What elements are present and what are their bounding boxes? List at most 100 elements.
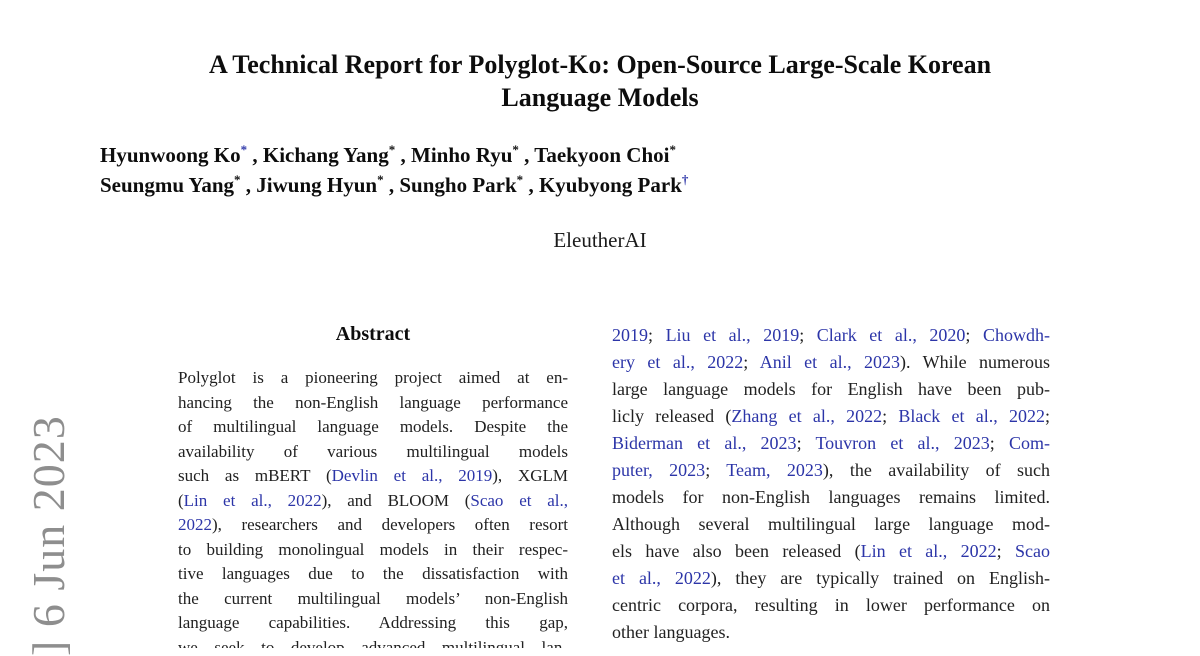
text-run: , xyxy=(241,173,257,197)
text-run: Jiwung Hyun xyxy=(256,173,377,197)
text-line: hancing the non-English language perform… xyxy=(178,391,568,416)
text-line: availability of various multilingual mod… xyxy=(178,440,568,465)
text-run: licly released ( xyxy=(612,406,731,426)
text-run: language capabilities. Addressing this g… xyxy=(178,613,568,632)
citation-link[interactable]: 2019 xyxy=(612,325,648,345)
text-line: licly released (Zhang et al., 2022; Blac… xyxy=(612,403,1050,430)
text-run: models for non-English languages remains… xyxy=(612,487,1050,507)
citation-link[interactable]: et al., 2022 xyxy=(612,568,711,588)
citation-link[interactable]: Biderman et al., 2023 xyxy=(612,433,797,453)
text-line: language capabilities. Addressing this g… xyxy=(178,611,568,636)
citation-link[interactable]: ery et al., 2022 xyxy=(612,352,743,372)
text-line: Hyunwoong Ko* , Kichang Yang* , Minho Ry… xyxy=(100,140,1100,170)
text-run: ), researchers and developers often reso… xyxy=(212,515,568,534)
text-run: , xyxy=(384,173,400,197)
paper-title-line-1: A Technical Report for Polyglot-Ko: Open… xyxy=(209,50,991,79)
citation-link[interactable]: 2022 xyxy=(178,515,212,534)
text-line: of multilingual language models. Despite… xyxy=(178,415,568,440)
text-line: the current multilingual models’ non-Eng… xyxy=(178,587,568,612)
citation-link[interactable]: Chowdh- xyxy=(983,325,1050,345)
citation-link[interactable]: Black et al., 2022 xyxy=(898,406,1045,426)
text-run: Polyglot is a pioneering project aimed a… xyxy=(178,368,568,387)
citation-link[interactable]: Anil et al., 2023 xyxy=(760,352,900,372)
text-line: Seungmu Yang* , Jiwung Hyun* , Sungho Pa… xyxy=(100,170,1100,200)
text-run: tive languages due to the dissatisfactio… xyxy=(178,564,568,583)
text-run: Taekyoon Choi xyxy=(534,143,669,167)
text-run: Although several multilingual large lang… xyxy=(612,514,1050,534)
text-line: to building monolingual models in their … xyxy=(178,538,568,563)
text-line: Biderman et al., 2023; Touvron et al., 2… xyxy=(612,430,1050,457)
author-list: Hyunwoong Ko* , Kichang Yang* , Minho Ry… xyxy=(100,140,1100,200)
text-line: tive languages due to the dissatisfactio… xyxy=(178,562,568,587)
text-run: other languages. xyxy=(612,622,730,642)
text-line: models for non-English languages remains… xyxy=(612,484,1050,511)
citation-link[interactable]: Lin et al., 2022 xyxy=(861,541,997,561)
text-run: ; xyxy=(882,406,898,426)
text-line: large language models for English have b… xyxy=(612,376,1050,403)
citation-link[interactable]: Zhang et al., 2022 xyxy=(731,406,882,426)
text-run: centric corpora, resulting in lower perf… xyxy=(612,595,1050,615)
text-run: , xyxy=(519,143,534,167)
text-run: we seek to develop advanced multilingual… xyxy=(178,638,568,649)
text-run: hancing the non-English language perform… xyxy=(178,393,568,412)
text-run: , xyxy=(523,173,539,197)
affiliation: EleutherAI xyxy=(100,228,1100,253)
paper-title-line-2: Language Models xyxy=(501,83,698,112)
citation-link[interactable]: Liu et al., 2019 xyxy=(666,325,800,345)
text-line: puter, 2023; Team, 2023), the availabili… xyxy=(612,457,1050,484)
text-run: ; xyxy=(705,460,726,480)
text-run: ; xyxy=(1045,406,1050,426)
text-line: els have also been released (Lin et al.,… xyxy=(612,538,1050,565)
text-line: Although several multilingual large lang… xyxy=(612,511,1050,538)
paper-title: A Technical Report for Polyglot-Ko: Open… xyxy=(100,48,1100,114)
text-line: we seek to develop advanced multilingual… xyxy=(178,636,568,649)
text-line: such as mBERT (Devlin et al., 2019), XGL… xyxy=(178,464,568,489)
citation-link[interactable]: Touvron et al., 2023 xyxy=(815,433,989,453)
introduction-column: 2019; Liu et al., 2019; Clark et al., 20… xyxy=(612,322,1050,648)
introduction-text: 2019; Liu et al., 2019; Clark et al., 20… xyxy=(612,322,1050,646)
text-run: ), XGLM xyxy=(492,466,568,485)
text-run: of multilingual language models. Despite… xyxy=(178,417,568,436)
text-run: ; xyxy=(648,325,666,345)
citation-link[interactable]: Team, 2023 xyxy=(726,460,823,480)
citation-link[interactable]: puter, 2023 xyxy=(612,460,705,480)
text-run: the current multilingual models’ non-Eng… xyxy=(178,589,568,608)
text-run: such as mBERT ( xyxy=(178,466,332,485)
text-line: other languages. xyxy=(612,619,1050,646)
citation-link[interactable]: Com- xyxy=(1009,433,1050,453)
text-run: availability of various multilingual mod… xyxy=(178,442,568,461)
text-line: Polyglot is a pioneering project aimed a… xyxy=(178,366,568,391)
abstract-column: Abstract Polyglot is a pioneering projec… xyxy=(178,322,568,648)
text-run: , xyxy=(247,143,263,167)
text-line: 2022), researchers and developers often … xyxy=(178,513,568,538)
text-run: Hyunwoong Ko xyxy=(100,143,241,167)
text-run: ; xyxy=(797,433,816,453)
text-run: ). While numerous xyxy=(900,352,1050,372)
citation-link[interactable]: Lin et al., 2022 xyxy=(184,491,322,510)
text-run: Minho Ryu xyxy=(411,143,512,167)
footnote-marker-link[interactable]: † xyxy=(682,172,689,187)
text-run: ), and BLOOM ( xyxy=(322,491,471,510)
citation-link[interactable]: Scao et al., xyxy=(470,491,568,510)
text-run: ; xyxy=(965,325,983,345)
text-run: Kichang Yang xyxy=(263,143,389,167)
text-line: ery et al., 2022; Anil et al., 2023). Wh… xyxy=(612,349,1050,376)
text-run: Kyubyong Park xyxy=(539,173,682,197)
text-run: ), they are typically trained on English… xyxy=(711,568,1050,588)
citation-link[interactable]: Clark et al., 2020 xyxy=(817,325,966,345)
text-run: to building monolingual models in their … xyxy=(178,540,568,559)
abstract-heading: Abstract xyxy=(178,322,568,346)
text-run: ), the availability of such xyxy=(823,460,1050,480)
text-run: ; xyxy=(990,433,1009,453)
text-line: centric corpora, resulting in lower perf… xyxy=(612,592,1050,619)
footnote-marker: * xyxy=(669,142,676,157)
citation-link[interactable]: Scao xyxy=(1015,541,1050,561)
text-run: ; xyxy=(743,352,759,372)
text-run: Sungho Park xyxy=(399,173,516,197)
text-run: ; xyxy=(799,325,817,345)
arxiv-watermark: ] 6 Jun 2023 xyxy=(26,415,72,656)
text-run: els have also been released ( xyxy=(612,541,861,561)
text-line: (Lin et al., 2022), and BLOOM (Scao et a… xyxy=(178,489,568,514)
citation-link[interactable]: Devlin et al., 2019 xyxy=(332,466,493,485)
text-line: 2019; Liu et al., 2019; Clark et al., 20… xyxy=(612,322,1050,349)
